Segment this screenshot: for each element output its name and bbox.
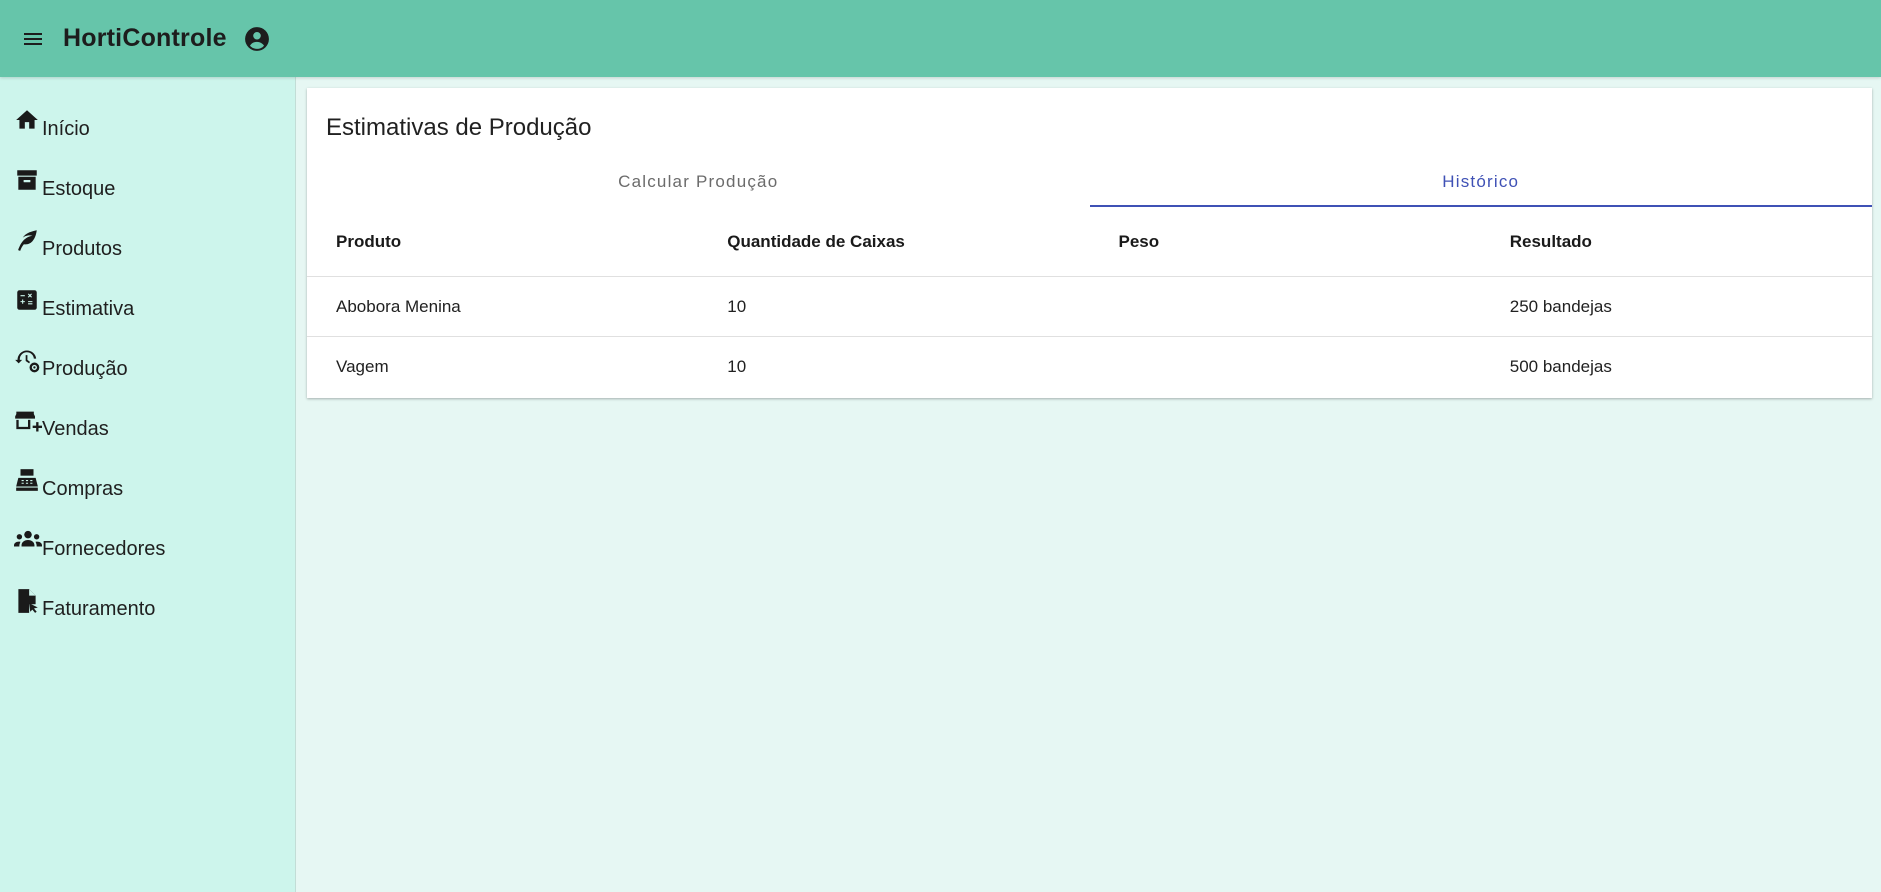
- calculator-icon: [14, 287, 42, 315]
- sidebar: Início Estoque Produtos Estimativa Produ…: [0, 77, 296, 892]
- sidebar-item-label: Estimativa: [42, 298, 135, 320]
- home-icon: [14, 107, 42, 135]
- cash-register-icon: [14, 467, 42, 495]
- cell-produto: Vagem: [336, 357, 389, 376]
- sidebar-item-label: Vendas: [42, 418, 109, 440]
- tab-historico[interactable]: Histórico: [1089, 156, 1873, 207]
- cell-quantidade: 10: [727, 296, 747, 316]
- sidebar-item-vendas[interactable]: Vendas: [0, 410, 295, 470]
- page-title: Estimativas de Produção: [326, 114, 592, 141]
- store-add-icon: [14, 407, 42, 435]
- sidebar-item-fornecedores[interactable]: Fornecedores: [0, 530, 295, 590]
- sidebar-item-producao[interactable]: Produção: [0, 350, 295, 410]
- sidebar-item-faturamento[interactable]: Faturamento: [0, 587, 295, 650]
- main-content: Estimativas de Produção Calcular Produçã…: [296, 77, 1881, 892]
- tab-calcular-producao[interactable]: Calcular Produção: [307, 156, 1090, 207]
- file-cursor-icon: [14, 587, 42, 615]
- sidebar-item-label: Compras: [42, 478, 124, 500]
- archive-icon: [14, 167, 42, 195]
- sidebar-item-label: Estoque: [42, 178, 116, 200]
- column-header-produto: Produto: [336, 231, 402, 251]
- sidebar-item-label: Produção: [42, 358, 128, 380]
- sidebar-item-estimativa[interactable]: Estimativa: [0, 290, 295, 350]
- table-row: Abobora Menina 10 250 bandejas: [307, 277, 1872, 337]
- sidebar-item-label: Produtos: [42, 238, 123, 260]
- sidebar-item-produtos[interactable]: Produtos: [0, 230, 295, 290]
- history-gear-icon: [14, 347, 42, 375]
- account-circle-icon[interactable]: [243, 25, 271, 53]
- estimates-card: Estimativas de Produção Calcular Produçã…: [307, 88, 1872, 398]
- table-header-row: Produto Quantidade de Caixas Peso Result…: [307, 207, 1872, 277]
- app-title: HortiControle: [63, 24, 227, 52]
- column-header-resultado: Resultado: [1509, 231, 1592, 251]
- sidebar-item-inicio[interactable]: Início: [0, 110, 295, 170]
- sidebar-item-label: Início: [42, 118, 90, 140]
- sidebar-item-compras[interactable]: Compras: [0, 467, 295, 530]
- leaf-icon: [14, 227, 42, 255]
- cell-resultado: 500 bandejas: [1509, 357, 1612, 376]
- sidebar-item-estoque[interactable]: Estoque: [0, 170, 295, 230]
- cell-quantidade: 10: [727, 357, 747, 376]
- cell-produto: Abobora Menina: [336, 296, 461, 316]
- column-header-peso: Peso: [1118, 231, 1160, 251]
- history-table: Produto Quantidade de Caixas Peso Result…: [307, 207, 1872, 397]
- sidebar-item-label: Fornecedores: [42, 538, 166, 560]
- tab-bar: Calcular Produção Histórico: [307, 156, 1872, 207]
- sidebar-item-label: Faturamento: [42, 598, 156, 620]
- app-bar: HortiControle: [0, 0, 1881, 77]
- groups-icon: [14, 527, 42, 555]
- column-header-quantidade: Quantidade de Caixas: [727, 231, 905, 251]
- menu-icon[interactable]: [19, 25, 47, 53]
- cell-resultado: 250 bandejas: [1509, 296, 1612, 316]
- table-row: Vagem 10 500 bandejas: [307, 337, 1872, 397]
